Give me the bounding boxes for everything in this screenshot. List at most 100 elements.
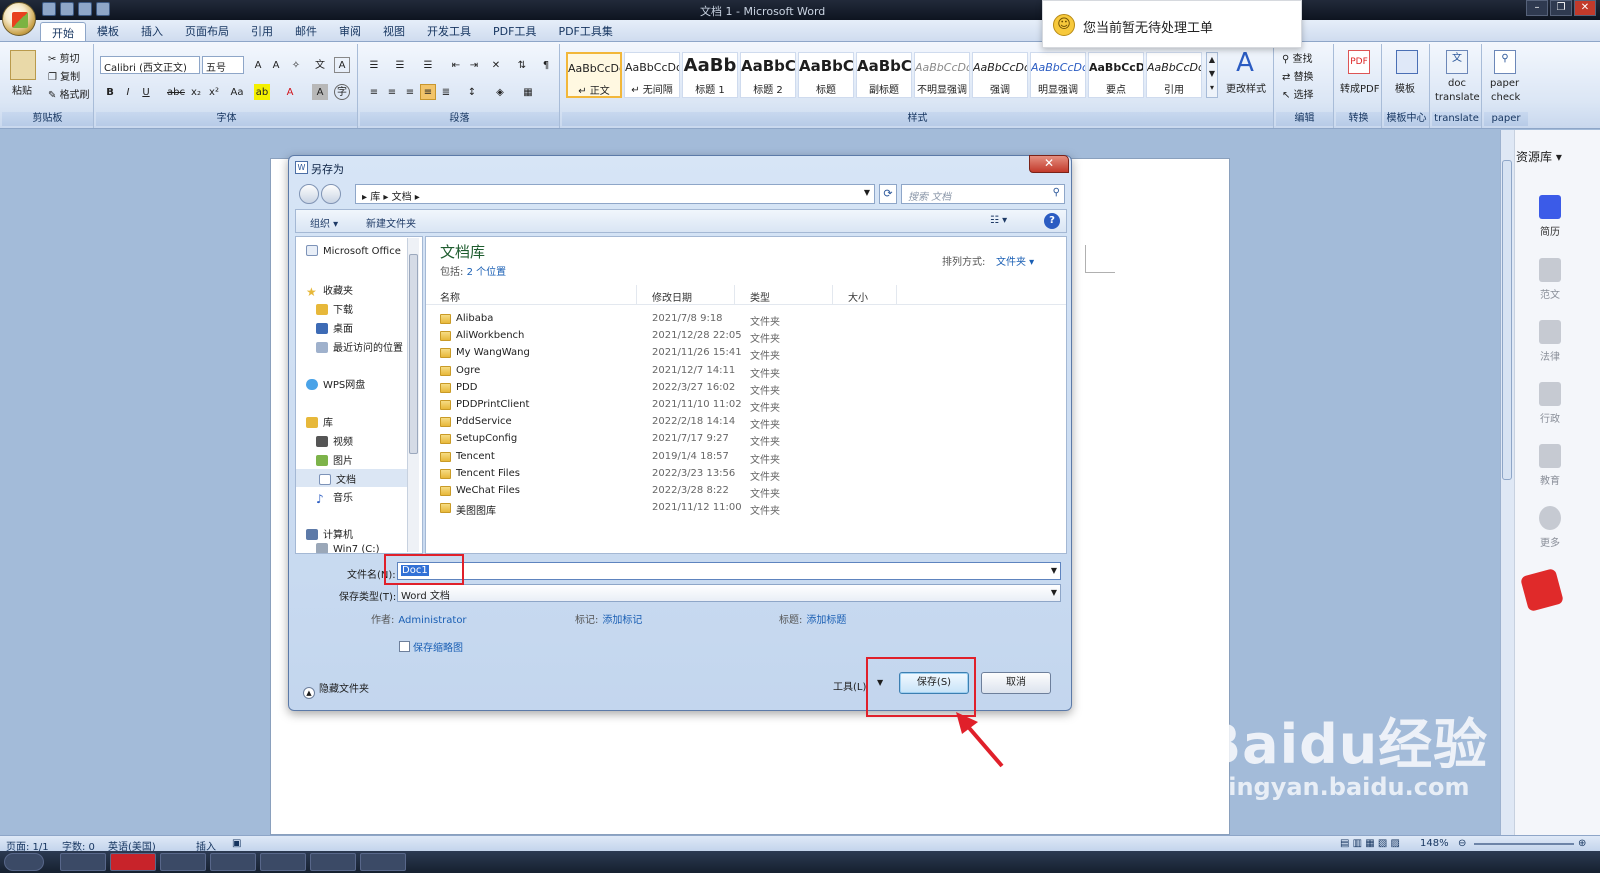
tab-page-layout[interactable]: 页面布局 — [174, 20, 240, 41]
column-name[interactable]: 名称 — [440, 289, 460, 304]
save-thumbnail-checkbox[interactable] — [399, 641, 410, 652]
search-input[interactable]: 搜索 文档 ⚲ — [901, 184, 1065, 204]
zoom-in-icon[interactable]: ⊕ — [1578, 838, 1586, 849]
template-icon[interactable] — [1396, 50, 1418, 74]
tab-mailings[interactable]: 邮件 — [284, 20, 328, 41]
filetype-select[interactable]: Word 文档 ▼ — [397, 584, 1061, 602]
view-buttons-icon[interactable]: ▤ ▥ ▦ ▧ ▨ — [1340, 838, 1400, 849]
file-row[interactable]: Tencent 2019/1/4 18:57 文件夹 — [426, 449, 1066, 466]
style-normal[interactable]: AaBbCcDd↵ 正文 — [566, 52, 622, 98]
nav-downloads[interactable]: 下载 — [316, 301, 353, 316]
style-subtle-emphasis[interactable]: AaBbCcDd 不明显强调 — [914, 52, 970, 98]
nav-libraries[interactable]: 库 — [306, 414, 333, 429]
find-button[interactable]: ⚲ 查找 — [1282, 50, 1313, 65]
phonetic-guide-icon[interactable]: 文 — [312, 57, 328, 73]
highlight-icon[interactable]: ab — [254, 84, 270, 100]
file-row[interactable]: Tencent Files 2022/3/23 13:56 文件夹 — [426, 466, 1066, 483]
filename-input[interactable]: Doc1 ▼ — [397, 562, 1061, 580]
file-row[interactable]: My WangWang 2021/11/26 15:41 文件夹 — [426, 345, 1066, 362]
template-button[interactable]: 模板 — [1395, 80, 1415, 95]
side-item-education[interactable]: 教育 — [1527, 444, 1573, 487]
hide-folders-button[interactable]: ▲ 隐藏文件夹 — [303, 680, 369, 699]
forward-icon[interactable] — [321, 184, 341, 204]
tab-home[interactable]: 开始 — [40, 22, 86, 41]
nav-computer[interactable]: 计算机 — [306, 526, 353, 541]
filename-dropdown-icon[interactable]: ▼ — [1051, 566, 1057, 575]
new-folder-button[interactable]: 新建文件夹 — [366, 215, 416, 230]
shading-icon[interactable]: ◈ — [492, 84, 508, 100]
bullets-icon[interactable]: ☰ — [366, 57, 382, 73]
scrollbar-thumb[interactable] — [1502, 160, 1512, 480]
taskbar-item[interactable] — [310, 853, 356, 871]
decrease-indent-icon[interactable]: ⇤ — [448, 57, 464, 73]
address-bar[interactable]: ▸ 库 ▸ 文档 ▸ ▼ — [355, 184, 875, 204]
back-icon[interactable] — [299, 184, 319, 204]
line-spacing-icon[interactable]: ↕ — [464, 84, 480, 100]
breadcrumb-documents[interactable]: 文档 — [392, 192, 412, 203]
change-styles-button[interactable]: 更改样式 — [1226, 80, 1266, 95]
tab-developer[interactable]: 开发工具 — [416, 20, 482, 41]
paste-button[interactable]: 粘贴 — [12, 82, 32, 97]
column-divider[interactable] — [896, 285, 897, 305]
tab-references[interactable]: 引用 — [240, 20, 284, 41]
borders-icon[interactable]: ▦ — [520, 84, 536, 100]
tab-view[interactable]: 视图 — [372, 20, 416, 41]
file-row[interactable]: PddService 2022/2/18 14:14 文件夹 — [426, 414, 1066, 431]
superscript-icon[interactable]: x² — [206, 84, 222, 100]
nav-favorites[interactable]: ★ 收藏夹 — [306, 282, 353, 298]
nav-pictures[interactable]: 图片 — [316, 452, 353, 467]
side-item-resume[interactable]: 简历 — [1527, 195, 1573, 238]
tab-review[interactable]: 审阅 — [328, 20, 372, 41]
taskbar-item[interactable] — [110, 853, 156, 871]
column-size[interactable]: 大小 — [848, 289, 868, 304]
minimize-icon[interactable]: – — [1526, 0, 1548, 16]
font-color-icon[interactable]: A — [282, 84, 298, 100]
macro-record-icon[interactable]: ▣ — [232, 838, 241, 849]
nav-scrollbar-thumb[interactable] — [409, 254, 418, 454]
convert-pdf-button[interactable]: 转成PDF — [1340, 80, 1379, 95]
cut-button[interactable]: ✂ 剪切 — [48, 50, 80, 65]
show-marks-icon[interactable]: ¶ — [538, 57, 554, 73]
font-size-select[interactable]: 五号 — [202, 56, 244, 74]
change-case-icon[interactable]: Aa — [226, 84, 248, 100]
side-item-more[interactable]: 更多 — [1527, 506, 1573, 549]
pdf-icon[interactable]: PDF — [1348, 50, 1370, 74]
refresh-icon[interactable]: ⟳ — [879, 184, 897, 204]
save-thumbnail-label[interactable]: 保存缩略图 — [413, 639, 463, 654]
style-subtitle[interactable]: AaBbC 副标题 — [856, 52, 912, 98]
side-item-admin[interactable]: 行政 — [1527, 382, 1573, 425]
redo-icon[interactable] — [78, 2, 92, 16]
file-row[interactable]: SetupConfig 2021/7/17 9:27 文件夹 — [426, 431, 1066, 448]
tab-insert[interactable]: 插入 — [130, 20, 174, 41]
status-zoom[interactable]: 148% — [1420, 838, 1449, 849]
char-shading-icon[interactable]: A — [312, 84, 328, 100]
save-icon[interactable] — [42, 2, 56, 16]
file-row[interactable]: Ogre 2021/12/7 14:11 文件夹 — [426, 363, 1066, 380]
font-name-select[interactable]: Calibri (西文正文) — [100, 56, 200, 74]
taskbar-item[interactable] — [260, 853, 306, 871]
taskbar-item[interactable] — [60, 853, 106, 871]
clear-format-icon[interactable]: ✧ — [288, 57, 304, 73]
restore-icon[interactable]: ❐ — [1550, 0, 1572, 16]
tools-button[interactable]: 工具(L) — [833, 678, 866, 693]
help-icon[interactable]: ? — [1044, 213, 1060, 229]
multilevel-list-icon[interactable]: ☰ — [420, 57, 436, 73]
style-title[interactable]: AaBbC 标题 — [798, 52, 854, 98]
taskbar-item[interactable] — [360, 853, 406, 871]
start-button[interactable] — [4, 853, 44, 871]
copy-button[interactable]: ❐ 复制 — [48, 68, 80, 83]
dialog-close-icon[interactable]: ✕ — [1029, 155, 1069, 173]
paper-check-icon[interactable]: ⚲ — [1494, 50, 1516, 74]
numbering-icon[interactable]: ☰ — [392, 57, 408, 73]
tab-pdf-toolset[interactable]: PDF工具集 — [547, 20, 623, 41]
address-dropdown-icon[interactable]: ▼ — [864, 188, 870, 197]
nav-desktop[interactable]: 桌面 — [316, 320, 353, 335]
column-divider[interactable] — [832, 285, 833, 305]
side-item-law[interactable]: 法律 — [1527, 320, 1573, 363]
replace-button[interactable]: ⇄ 替换 — [1282, 68, 1314, 83]
file-row[interactable]: AliWorkbench 2021/12/28 22:05 文件夹 — [426, 328, 1066, 345]
style-heading-2[interactable]: AaBbC 标题 2 — [740, 52, 796, 98]
taskbar-item[interactable] — [210, 853, 256, 871]
breadcrumb-library[interactable]: 库 — [370, 192, 380, 203]
doc-translate-icon[interactable]: 文 — [1446, 50, 1468, 74]
